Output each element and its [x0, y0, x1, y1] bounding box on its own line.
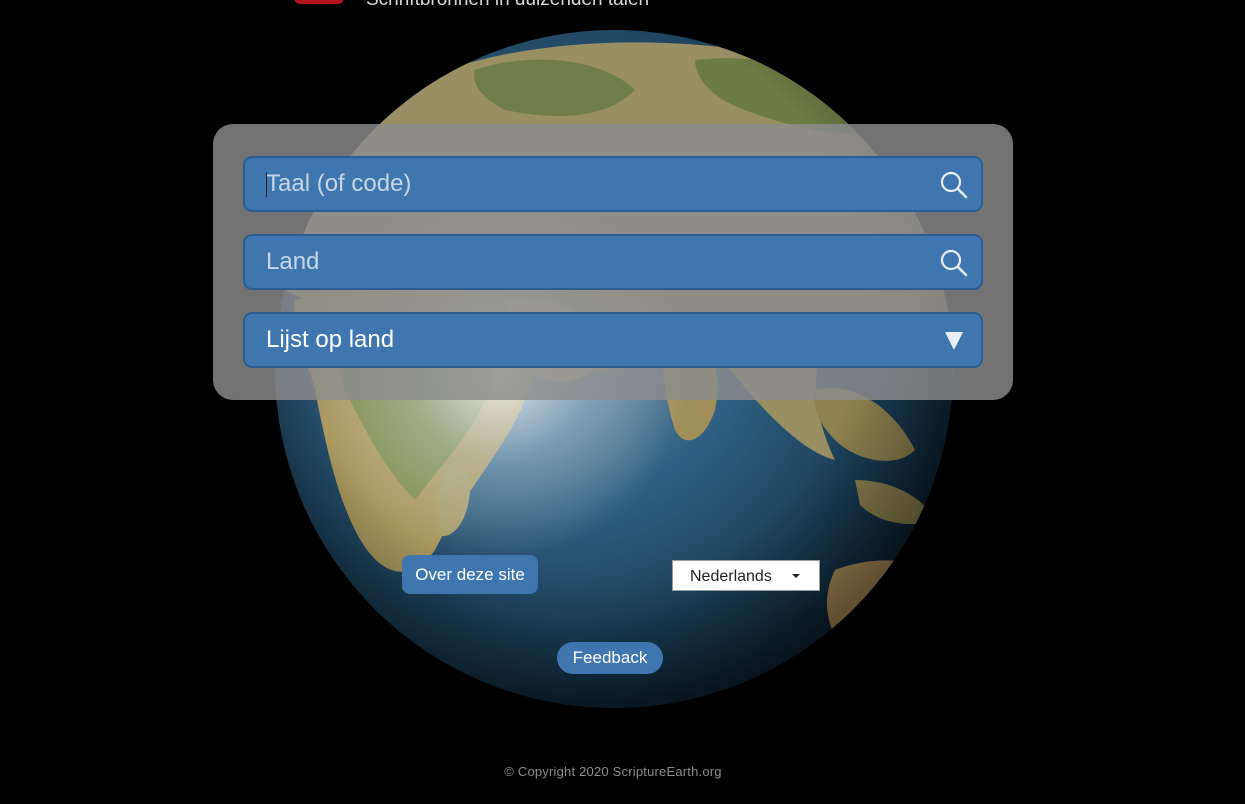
site-language-value: Nederlands: [690, 568, 772, 585]
triangle-down-icon: [945, 332, 963, 350]
site-language-select[interactable]: Nederlands: [672, 560, 820, 591]
country-search-input[interactable]: [245, 236, 926, 288]
about-site-button[interactable]: Over deze site: [402, 555, 538, 594]
list-by-country-select[interactable]: Lijst op land: [243, 312, 983, 368]
search-icon[interactable]: [939, 170, 969, 200]
language-search-input[interactable]: [245, 158, 926, 210]
search-icon[interactable]: [939, 248, 969, 278]
text-cursor: [266, 172, 267, 197]
language-search-field[interactable]: [243, 156, 983, 212]
chevron-down-icon: [792, 574, 800, 578]
logo[interactable]: [294, 0, 344, 4]
list-by-country-label: Lijst op land: [266, 326, 395, 353]
search-panel: Lijst op land: [213, 124, 1013, 400]
page: Schriftbronnen in duizenden talen: [0, 0, 1245, 804]
copyright-text: © Copyright 2020 ScriptureEarth.org: [504, 764, 722, 779]
site-tagline: Schriftbronnen in duizenden talen: [366, 0, 649, 11]
feedback-button[interactable]: Feedback: [557, 642, 663, 674]
country-search-field[interactable]: [243, 234, 983, 290]
